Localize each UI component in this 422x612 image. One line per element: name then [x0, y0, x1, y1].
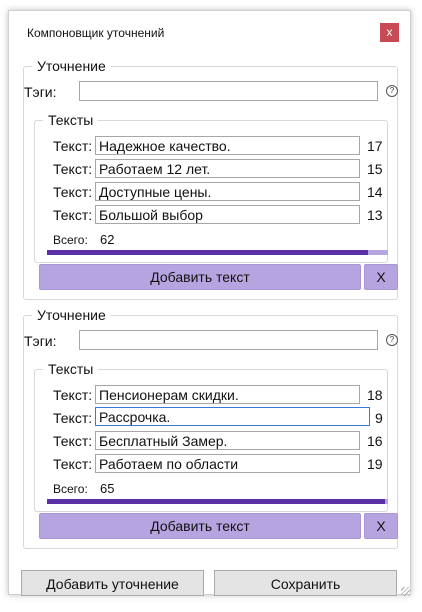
total-value: 65 — [100, 481, 115, 496]
text-char-count: 15 — [367, 161, 383, 177]
text-input[interactable]: Бесплатный Замер. — [95, 431, 360, 450]
text-input[interactable]: Работаем по области — [95, 454, 360, 473]
length-progress-bar — [47, 250, 388, 255]
text-char-count: 17 — [367, 138, 383, 154]
total-value: 62 — [100, 232, 115, 247]
text-row-label: Текст: — [53, 161, 93, 177]
length-progress-fill — [47, 250, 368, 255]
text-input[interactable]: Доступные цены. — [95, 182, 360, 201]
text-input[interactable]: Пенсионерам скидки. — [95, 385, 360, 404]
close-button[interactable]: x — [380, 23, 399, 42]
save-button[interactable]: Сохранить — [214, 570, 397, 596]
help-icon[interactable]: ? — [386, 334, 398, 346]
help-icon[interactable]: ? — [386, 85, 398, 97]
text-row-label: Текст: — [53, 410, 93, 426]
total-label: Всего: — [53, 233, 88, 247]
text-row-label: Текст: — [53, 138, 93, 154]
text-row-label: Текст: — [53, 433, 93, 449]
text-char-count: 19 — [367, 456, 383, 472]
text-char-count: 14 — [367, 184, 383, 200]
add-text-button[interactable]: Добавить текст — [39, 264, 361, 290]
title-bar: Компоновщик уточнений x — [9, 11, 410, 49]
text-char-count: 18 — [367, 387, 383, 403]
window-title: Компоновщик уточнений — [27, 26, 165, 40]
tags-label: Тэги: — [24, 333, 57, 349]
text-row-label: Текст: — [53, 184, 93, 200]
text-row-label: Текст: — [53, 456, 93, 472]
tags-input[interactable] — [79, 81, 378, 101]
refinement-composer-window: Компоновщик уточнений x Уточнение Тэги: … — [8, 10, 411, 596]
add-refinement-button[interactable]: Добавить уточнение — [21, 570, 204, 596]
text-input[interactable]: Работаем 12 лет. — [95, 159, 360, 178]
text-input-focused[interactable]: Рассрочка. — [95, 407, 370, 426]
remove-refinement-button[interactable]: X — [364, 513, 398, 539]
total-label: Всего: — [53, 482, 88, 496]
texts-legend: Тексты — [43, 361, 99, 377]
tags-input[interactable] — [79, 330, 378, 350]
length-progress-bar — [47, 499, 388, 504]
resize-grip-icon[interactable] — [401, 587, 410, 596]
texts-legend: Тексты — [43, 112, 99, 128]
refinement-legend: Уточнение — [32, 58, 111, 74]
text-input[interactable]: Большой выбор — [95, 205, 360, 224]
text-input[interactable]: Надежное качество. — [95, 136, 360, 155]
remove-refinement-button[interactable]: X — [364, 264, 398, 290]
refinement-legend: Уточнение — [32, 307, 111, 323]
length-progress-fill — [47, 499, 385, 504]
text-char-count: 9 — [375, 410, 383, 426]
add-text-button[interactable]: Добавить текст — [39, 513, 361, 539]
text-row-label: Текст: — [53, 207, 93, 223]
text-row-label: Текст: — [53, 387, 93, 403]
text-char-count: 13 — [367, 207, 383, 223]
text-char-count: 16 — [367, 433, 383, 449]
tags-label: Тэги: — [24, 84, 57, 100]
